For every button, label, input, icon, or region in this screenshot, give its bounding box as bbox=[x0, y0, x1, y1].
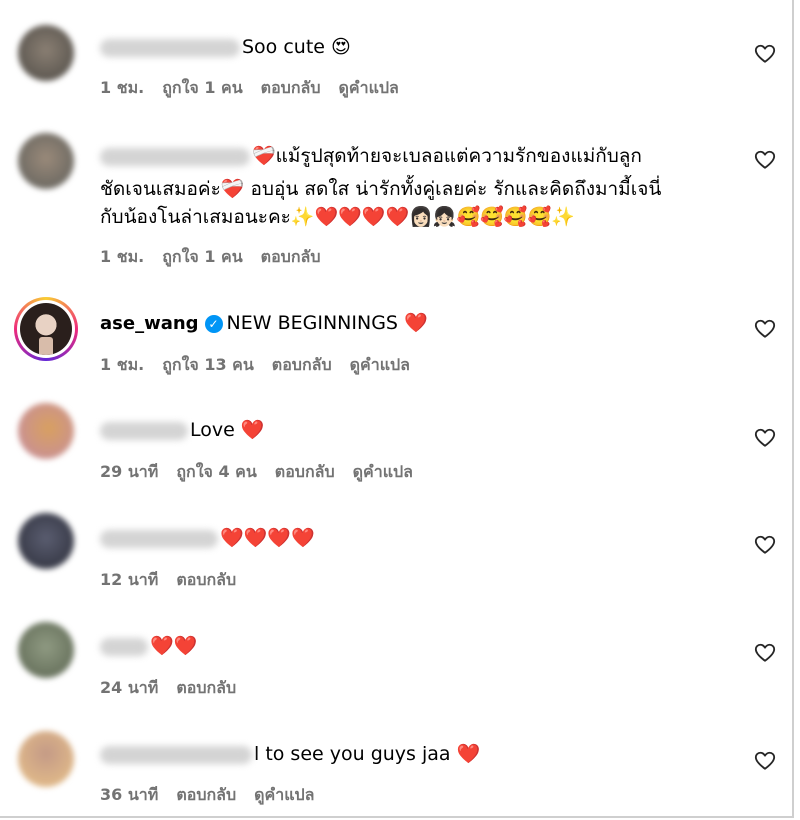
comment-text-line: กับน้องโนล่าเสมอนะคะ✨❤️❤️❤️❤️👩🏻👧🏻🥰🥰🥰🥰✨ bbox=[100, 200, 575, 234]
comment-text: l to see you guys jaa ❤️ bbox=[254, 743, 481, 765]
comment-text-line: Love ❤️ bbox=[100, 413, 265, 447]
avatar[interactable] bbox=[18, 133, 74, 189]
likes-count[interactable]: ถูกใจ 1 คน bbox=[162, 247, 242, 266]
avatar[interactable] bbox=[18, 731, 74, 787]
comment-meta: 1 ชม. ถูกใจ 13 คน ตอบกลับ ดูคำแปล bbox=[100, 353, 428, 378]
username[interactable]: ase_wang bbox=[100, 313, 199, 334]
translate-link[interactable]: ดูคำแปล bbox=[353, 462, 413, 481]
username-blurred[interactable] bbox=[100, 421, 188, 440]
like-heart-icon[interactable] bbox=[754, 43, 776, 65]
comment-text: ❤️❤️❤️❤️ bbox=[220, 527, 315, 549]
username-blurred[interactable] bbox=[100, 147, 250, 166]
comment-text-line: l to see you guys jaa ❤️ bbox=[100, 737, 480, 771]
comment-text: Soo cute 😍 bbox=[242, 36, 351, 58]
avatar[interactable] bbox=[18, 403, 74, 459]
reply-link[interactable]: ตอบกลับ bbox=[275, 462, 335, 481]
reply-link[interactable]: ตอบกลับ bbox=[261, 247, 321, 266]
translate-link[interactable]: ดูคำแปล bbox=[254, 785, 314, 804]
avatar-story-ring[interactable] bbox=[14, 297, 78, 361]
like-heart-icon[interactable] bbox=[754, 318, 776, 340]
username-blurred[interactable] bbox=[100, 529, 218, 548]
like-heart-icon[interactable] bbox=[754, 149, 776, 171]
timestamp[interactable]: 1 ชม. bbox=[100, 355, 144, 374]
comment-text-line: Soo cute 😍 bbox=[100, 30, 351, 64]
like-heart-icon[interactable] bbox=[754, 750, 776, 772]
comment-text: กับน้องโนล่าเสมอนะคะ✨❤️❤️❤️❤️👩🏻👧🏻🥰🥰🥰🥰✨ bbox=[100, 206, 575, 228]
comment-text-line: ❤️‍🩹แม้รูปสุดท้ายจะเบลอแต่ความรักของแม่ก… bbox=[100, 139, 642, 173]
comment-meta: 36 นาที ตอบกลับ ดูคำแปล bbox=[100, 783, 332, 808]
comment-text: ❤️❤️ bbox=[150, 635, 198, 657]
comment-text: ชัดเจนเสมอค่ะ❤️‍🩹 อบอุ่น สดใส น่ารักทั้ง… bbox=[100, 178, 662, 200]
like-heart-icon[interactable] bbox=[754, 427, 776, 449]
comment-text: ❤️‍🩹แม้รูปสุดท้ายจะเบลอแต่ความรักของแม่ก… bbox=[252, 145, 642, 167]
reply-link[interactable]: ตอบกลับ bbox=[176, 570, 236, 589]
username-blurred[interactable] bbox=[100, 38, 240, 57]
likes-count[interactable]: ถูกใจ 1 คน bbox=[162, 78, 242, 97]
reply-link[interactable]: ตอบกลับ bbox=[272, 355, 332, 374]
reply-link[interactable]: ตอบกลับ bbox=[176, 785, 236, 804]
avatar[interactable] bbox=[18, 25, 74, 81]
comment-meta: 1 ชม. ถูกใจ 1 คน ตอบกลับ ดูคำแปล bbox=[100, 76, 417, 101]
translate-link[interactable]: ดูคำแปล bbox=[350, 355, 410, 374]
comment-meta: 24 นาที ตอบกลับ bbox=[100, 676, 254, 701]
translate-link[interactable]: ดูคำแปล bbox=[338, 78, 398, 97]
timestamp[interactable]: 12 นาที bbox=[100, 570, 158, 589]
timestamp[interactable]: 29 นาที bbox=[100, 462, 158, 481]
like-heart-icon[interactable] bbox=[754, 534, 776, 556]
timestamp[interactable]: 1 ชม. bbox=[100, 247, 144, 266]
comment-text-line: ase_wang ✓ NEW BEGINNINGS ❤️ bbox=[100, 306, 428, 341]
username-blurred[interactable] bbox=[100, 637, 148, 656]
avatar[interactable] bbox=[18, 513, 74, 569]
comment-text: Love ❤️ bbox=[190, 419, 265, 441]
reply-link[interactable]: ตอบกลับ bbox=[176, 678, 236, 697]
reply-link[interactable]: ตอบกลับ bbox=[261, 78, 321, 97]
comment-meta: 29 นาที ถูกใจ 4 คน ตอบกลับ ดูคำแปล bbox=[100, 460, 431, 485]
timestamp[interactable]: 36 นาที bbox=[100, 785, 158, 804]
comment-meta: 1 ชม. ถูกใจ 1 คน ตอบกลับ bbox=[100, 245, 338, 270]
avatar[interactable] bbox=[18, 622, 74, 678]
comment-text-line: ❤️❤️❤️❤️ bbox=[100, 521, 315, 555]
likes-count[interactable]: ถูกใจ 13 คน bbox=[162, 355, 254, 374]
likes-count[interactable]: ถูกใจ 4 คน bbox=[176, 462, 256, 481]
comment-text: NEW BEGINNINGS ❤️ bbox=[226, 312, 428, 334]
timestamp[interactable]: 24 นาที bbox=[100, 678, 158, 697]
timestamp[interactable]: 1 ชม. bbox=[100, 78, 144, 97]
username-blurred[interactable] bbox=[100, 745, 252, 764]
comment-meta: 12 นาที ตอบกลับ bbox=[100, 568, 254, 593]
avatar-photo bbox=[20, 303, 72, 355]
comment-text-line: ❤️❤️ bbox=[100, 629, 197, 663]
verified-badge-icon: ✓ bbox=[204, 315, 223, 333]
like-heart-icon[interactable] bbox=[754, 642, 776, 664]
